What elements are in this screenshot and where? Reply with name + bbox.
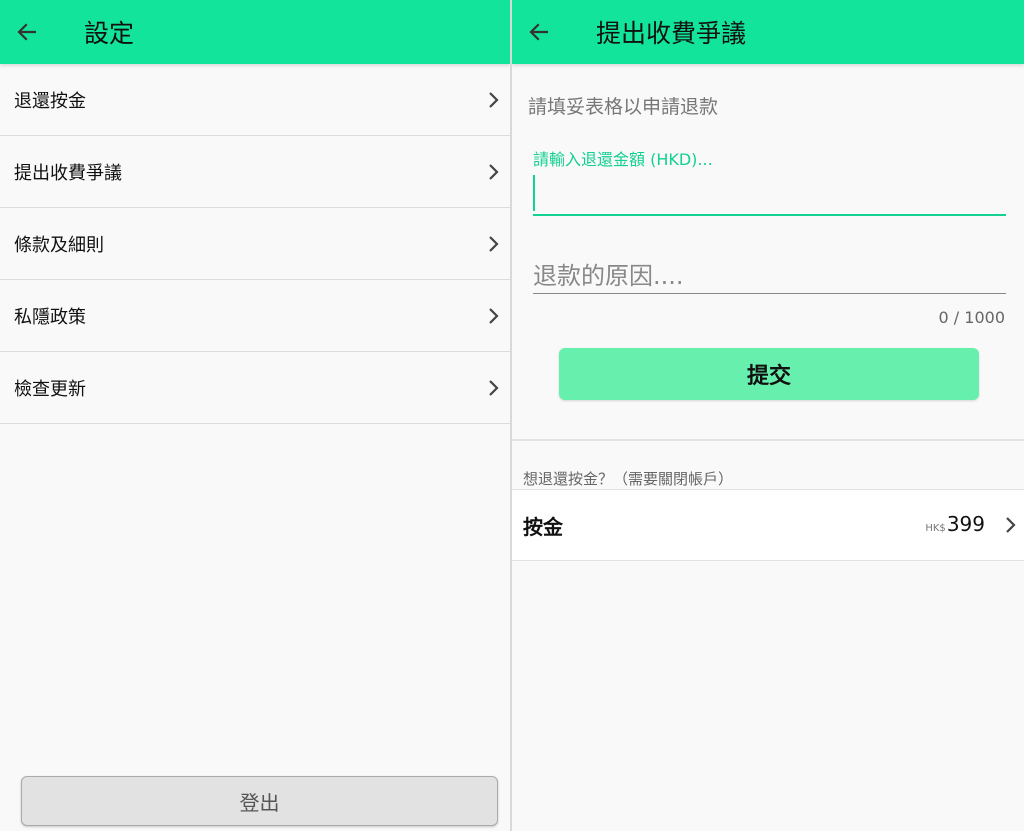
settings-item-label: 條款及細則 [14, 234, 104, 256]
settings-item-label: 私隱政策 [14, 306, 86, 328]
deposit-label: 按金 [523, 514, 563, 539]
page-title: 設定 [84, 19, 135, 48]
settings-item-label: 提出收費爭議 [14, 162, 122, 184]
settings-item-charge-dispute[interactable]: 提出收費爭議 [0, 136, 510, 208]
reason-input-placeholder: 退款的原因.... [533, 262, 684, 290]
amount-field-label: 請輸入退還金額 (HKD)... [533, 150, 713, 169]
chevron-right-icon [1000, 512, 1022, 538]
char-counter: 0 / 1000 [938, 308, 1005, 327]
chevron-right-icon [480, 374, 508, 402]
app-bar: 提出收費爭議 [512, 0, 1024, 64]
deposit-amount: HK$ 399 [925, 512, 985, 536]
submit-button[interactable]: 提交 [559, 348, 979, 400]
arrow-left-icon[interactable] [524, 17, 554, 47]
dispute-screen: 提出收費爭議 請填妥表格以申請退款 請輸入退還金額 (HKD)... 退款的原因… [512, 0, 1024, 831]
form-intro: 請填妥表格以申請退款 [528, 96, 719, 118]
arrow-left-icon[interactable] [12, 17, 42, 47]
page-title: 提出收費爭議 [596, 19, 747, 48]
settings-screen: 設定 退還按金 提出收費爭議 條款及細則 私隱政策 檢查更新 登出 [0, 0, 510, 831]
deposit-currency: HK$ [925, 523, 946, 534]
settings-item-terms[interactable]: 條款及細則 [0, 208, 510, 280]
app-bar: 設定 [0, 0, 510, 64]
chevron-right-icon [480, 86, 508, 114]
deposit-value: 399 [946, 512, 985, 536]
text-cursor [533, 175, 535, 211]
settings-item-privacy[interactable]: 私隱政策 [0, 280, 510, 352]
settings-item-label: 退還按金 [14, 90, 86, 112]
chevron-right-icon [480, 230, 508, 258]
logout-button[interactable]: 登出 [21, 776, 498, 826]
deposit-row[interactable]: 按金 HK$ 399 [512, 489, 1024, 561]
section-divider [512, 439, 1024, 441]
deposit-hint: 想退還按金？（需要關閉帳戶） [523, 470, 734, 488]
settings-item-refund-deposit[interactable]: 退還按金 [0, 64, 510, 136]
chevron-right-icon [480, 158, 508, 186]
settings-list: 退還按金 提出收費爭議 條款及細則 私隱政策 檢查更新 [0, 64, 510, 424]
settings-item-label: 檢查更新 [14, 378, 86, 400]
reason-input[interactable]: 退款的原因.... [533, 250, 1006, 294]
settings-item-check-update[interactable]: 檢查更新 [0, 352, 510, 424]
amount-input[interactable] [533, 172, 1006, 216]
chevron-right-icon [480, 302, 508, 330]
